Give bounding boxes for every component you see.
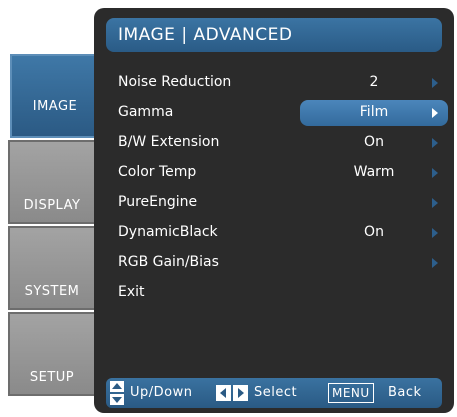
updown-arrows-icon	[110, 381, 124, 405]
tab-display-label: DISPLAY	[23, 198, 81, 213]
help-bar: Up/Down Select MENU Back	[106, 378, 442, 408]
menu-item-bw-extension[interactable]: B/W Extension On	[94, 128, 454, 158]
menu-item-color-temp[interactable]: Color Temp Warm	[94, 158, 454, 188]
chevron-right-icon	[432, 78, 438, 88]
menu-item-label: Gamma	[118, 104, 174, 120]
left-right-arrows-icon	[216, 385, 248, 401]
menu-item-value: Warm	[353, 164, 395, 180]
help-updown-label: Up/Down	[130, 385, 193, 400]
tab-display[interactable]: DISPLAY	[8, 140, 96, 224]
menu-key-badge: MENU	[328, 383, 374, 403]
menu-list: Noise Reduction 2 Gamma Film B/W Extensi…	[94, 68, 454, 308]
menu-item-label: DynamicBlack	[118, 224, 218, 240]
tab-setup-label: SETUP	[29, 370, 75, 385]
tab-image[interactable]: IMAGE	[10, 54, 100, 138]
menu-item-value: 2	[369, 74, 379, 90]
menu-item-label: PureEngine	[118, 194, 198, 210]
chevron-right-icon	[432, 228, 438, 238]
chevron-right-icon	[432, 198, 438, 208]
menu-item-dynamicblack[interactable]: DynamicBlack On	[94, 218, 454, 248]
tab-image-label: IMAGE	[32, 99, 78, 114]
menu-item-label: Color Temp	[118, 164, 197, 180]
chevron-right-icon	[432, 108, 438, 118]
page-title: IMAGE | ADVANCED	[106, 18, 442, 52]
menu-item-gamma[interactable]: Gamma Film	[94, 98, 454, 128]
menu-item-pureengine[interactable]: PureEngine	[94, 188, 454, 218]
help-back-label: Back	[388, 385, 422, 400]
osd-menu-panel: IMAGE | ADVANCED Noise Reduction 2 Gamma…	[94, 8, 454, 413]
menu-item-value: Film	[359, 104, 389, 120]
menu-item-exit[interactable]: Exit	[94, 278, 454, 308]
tab-system-label: SYSTEM	[24, 284, 80, 299]
chevron-right-icon	[432, 168, 438, 178]
menu-item-label: Exit	[118, 284, 145, 300]
menu-item-label: RGB Gain/Bias	[118, 254, 219, 270]
menu-item-value: On	[364, 224, 384, 240]
chevron-right-icon	[432, 258, 438, 268]
category-tabs: IMAGE DISPLAY SYSTEM SETUP	[8, 54, 100, 411]
menu-item-label: B/W Extension	[118, 134, 220, 150]
tab-setup[interactable]: SETUP	[8, 312, 96, 396]
menu-item-noise-reduction[interactable]: Noise Reduction 2	[94, 68, 454, 98]
tab-system[interactable]: SYSTEM	[8, 226, 96, 310]
menu-item-rgb-gain-bias[interactable]: RGB Gain/Bias	[94, 248, 454, 278]
help-select-label: Select	[254, 385, 298, 400]
chevron-right-icon	[432, 138, 438, 148]
menu-item-value: On	[364, 134, 384, 150]
menu-item-label: Noise Reduction	[118, 74, 232, 90]
